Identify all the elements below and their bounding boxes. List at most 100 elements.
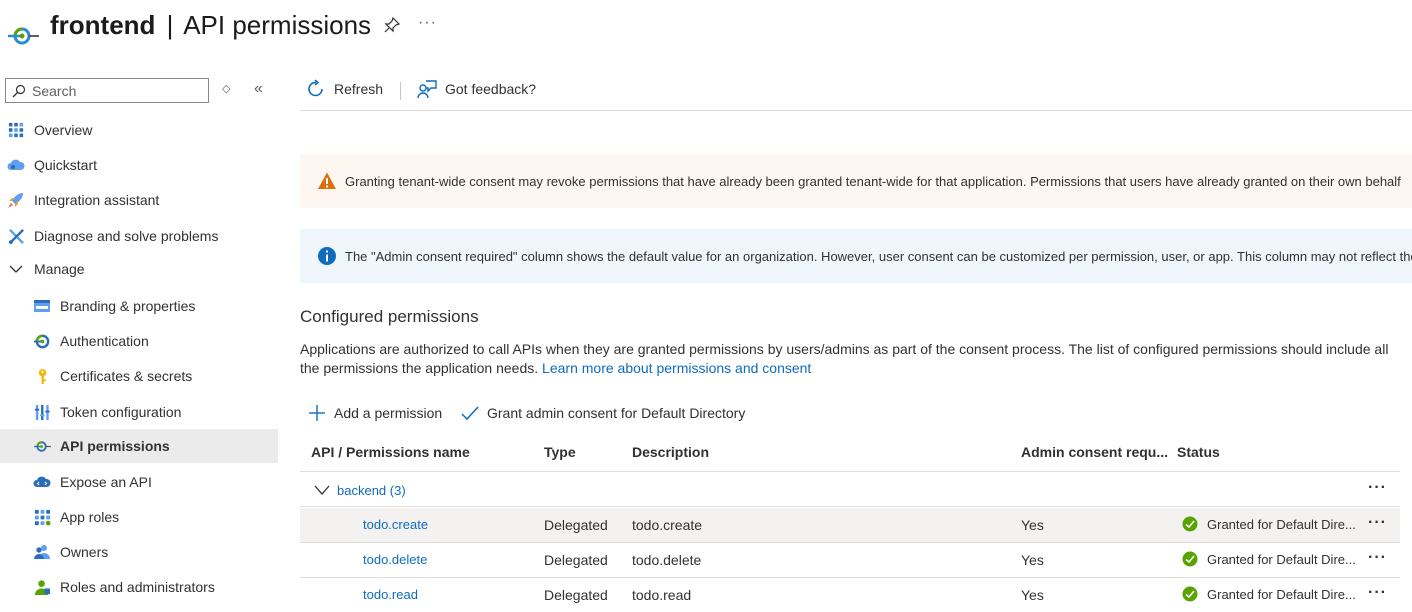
status-cell: Granted for Default Dire...: [1182, 551, 1358, 567]
column-header-status[interactable]: Status: [1177, 444, 1220, 460]
status-text: Granted for Default Dire...: [1207, 516, 1356, 532]
title-separator: |: [166, 10, 174, 40]
sort-icon[interactable]: ◇: [222, 82, 230, 95]
sidebar-item-owners[interactable]: Owners: [0, 535, 278, 569]
column-header-admin-consent[interactable]: Admin consent requ...: [1021, 444, 1168, 460]
column-header-name[interactable]: API / Permissions name: [311, 444, 470, 460]
search-icon: [12, 84, 26, 97]
table-group-row[interactable]: backend (3) ···: [300, 473, 1400, 507]
page-header: frontend | API permissions ···: [0, 0, 1412, 60]
permission-type: Delegated: [544, 517, 608, 533]
row-more-icon[interactable]: ···: [1368, 549, 1387, 567]
permission-name-link[interactable]: todo.create: [363, 517, 428, 532]
sidebar-item-api-permissions[interactable]: API permissions: [0, 429, 278, 463]
search-box[interactable]: [5, 78, 209, 103]
app-roles-icon: [33, 508, 51, 526]
checkmark-icon: [460, 403, 480, 423]
admin-consent-value: Yes: [1021, 587, 1044, 603]
permission-description: todo.create: [632, 517, 703, 533]
roles-admin-icon: [33, 578, 51, 596]
status-text: Granted for Default Dire...: [1207, 551, 1356, 567]
sidebar-item-label: API permissions: [60, 438, 170, 454]
sidebar: ◇ « Overview Quickstart: [0, 72, 278, 612]
table-row[interactable]: todo.delete Delegated todo.delete Yes Gr…: [300, 543, 1400, 578]
sidebar-item-expose-api[interactable]: Expose an API: [0, 465, 278, 499]
sidebar-item-label: Diagnose and solve problems: [34, 228, 219, 244]
warning-banner: Granting tenant-wide consent may revoke …: [300, 154, 1412, 208]
key-icon: [33, 367, 51, 385]
sidebar-item-label: Authentication: [60, 333, 149, 349]
grant-consent-label: Grant admin consent for Default Director…: [487, 405, 746, 421]
feedback-icon: [417, 79, 437, 99]
row-more-icon[interactable]: ···: [1368, 584, 1387, 602]
sidebar-group-manage[interactable]: Manage: [0, 252, 278, 286]
page-title: frontend | API permissions: [50, 8, 371, 42]
sidebar-item-token-configuration[interactable]: Token configuration: [0, 395, 278, 429]
sidebar-item-label: Token configuration: [60, 404, 182, 420]
toolbar-divider: [400, 82, 401, 100]
overview-grid-icon: [7, 121, 25, 139]
permission-name-link[interactable]: todo.delete: [363, 552, 427, 567]
sidebar-item-certificates[interactable]: Certificates & secrets: [0, 359, 278, 393]
status-cell: Granted for Default Dire...: [1182, 586, 1358, 602]
info-banner: The "Admin consent required" column show…: [300, 229, 1412, 283]
sidebar-item-roles-administrators[interactable]: Roles and administrators: [0, 570, 278, 604]
refresh-button[interactable]: Refresh: [306, 79, 383, 99]
chevron-down-icon[interactable]: [314, 484, 330, 496]
permission-type: Delegated: [544, 587, 608, 603]
sidebar-item-quickstart[interactable]: Quickstart: [0, 148, 278, 182]
more-options-icon[interactable]: ···: [418, 14, 437, 32]
feedback-label: Got feedback?: [445, 81, 537, 97]
cloud-api-icon: [33, 473, 51, 491]
admin-consent-value: Yes: [1021, 552, 1044, 568]
success-check-icon: [1182, 551, 1198, 567]
refresh-icon: [306, 79, 326, 99]
status-cell: Granted for Default Dire...: [1182, 516, 1358, 532]
add-permission-label: Add a permission: [334, 405, 443, 421]
sidebar-item-label: Certificates & secrets: [60, 368, 193, 384]
collapse-sidebar-icon[interactable]: «: [254, 80, 263, 98]
permission-description: todo.delete: [632, 552, 702, 568]
sidebar-item-branding[interactable]: Branding & properties: [0, 289, 278, 323]
sidebar-item-overview[interactable]: Overview: [0, 113, 278, 147]
sidebar-item-authentication[interactable]: Authentication: [0, 324, 278, 358]
owners-icon: [33, 543, 51, 561]
grant-consent-button[interactable]: Grant admin consent for Default Director…: [460, 403, 745, 423]
admin-consent-value: Yes: [1021, 517, 1044, 533]
refresh-label: Refresh: [334, 81, 384, 97]
warning-icon: [318, 172, 336, 189]
permission-description: todo.read: [632, 587, 692, 603]
column-header-type[interactable]: Type: [544, 444, 576, 460]
info-icon: [318, 247, 336, 265]
token-bars-icon: [33, 403, 51, 421]
authentication-icon: [33, 332, 51, 350]
description-text: Applications are authorized to call APIs…: [300, 341, 1389, 376]
permission-name-link[interactable]: todo.read: [363, 587, 418, 602]
sidebar-item-label: Expose an API: [60, 474, 152, 490]
column-header-description[interactable]: Description: [632, 444, 709, 460]
feedback-button[interactable]: Got feedback?: [417, 79, 536, 99]
table-row[interactable]: todo.create Delegated todo.create Yes Gr…: [300, 508, 1400, 543]
add-permission-button[interactable]: Add a permission: [307, 403, 442, 423]
status-text: Granted for Default Dire...: [1207, 586, 1356, 602]
app-registration-icon: [8, 27, 39, 45]
row-more-icon[interactable]: ···: [1368, 514, 1387, 532]
plus-icon: [307, 403, 327, 423]
sidebar-item-integration-assistant[interactable]: Integration assistant: [0, 183, 278, 217]
group-more-icon[interactable]: ···: [1368, 479, 1387, 497]
api-permissions-icon: [33, 437, 51, 455]
sidebar-item-diagnose[interactable]: Diagnose and solve problems: [0, 219, 278, 253]
branding-icon: [33, 297, 51, 315]
search-input[interactable]: [32, 82, 202, 99]
success-check-icon: [1182, 586, 1198, 602]
sidebar-item-app-roles[interactable]: App roles: [0, 500, 278, 534]
permission-type: Delegated: [544, 552, 608, 568]
table-row[interactable]: todo.read Delegated todo.read Yes Grante…: [300, 578, 1400, 612]
group-label[interactable]: backend (3): [337, 483, 406, 498]
pin-icon[interactable]: [383, 16, 401, 34]
wrench-icon: [7, 227, 25, 245]
learn-more-link[interactable]: Learn more about permissions and consent: [542, 360, 811, 376]
cloud-icon: [7, 156, 25, 174]
app-name: frontend: [50, 10, 156, 40]
command-bar: Refresh Got feedback?: [300, 74, 1412, 111]
